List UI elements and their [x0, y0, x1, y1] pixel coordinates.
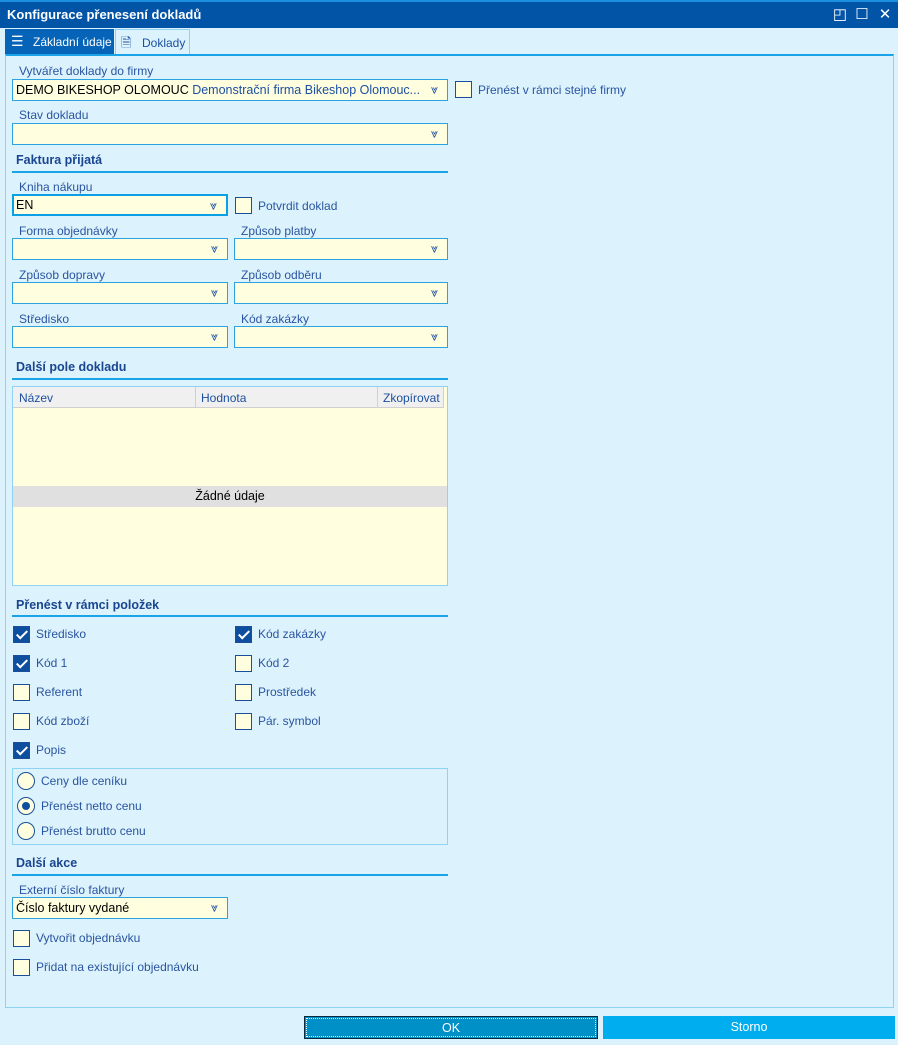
tab-doklady[interactable]: 🗎 Doklady: [115, 29, 190, 55]
column-header[interactable]: Hodnota: [195, 387, 246, 408]
firma-name: Demonstrační firma Bikeshop Olomouc...: [192, 83, 421, 97]
dropdown-icon: ⩔: [211, 330, 219, 344]
section-heading: Další pole dokladu: [16, 360, 127, 374]
ext-value: Číslo faktury vydané: [16, 901, 130, 915]
window-title: Konfigurace přenesení dokladů: [7, 7, 202, 22]
akce-label: Vytvořit objednávku: [36, 931, 141, 945]
item-checkbox[interactable]: [13, 713, 30, 730]
price-radio[interactable]: [17, 797, 35, 815]
same-firm-label: Přenést v rámci stejné firmy: [478, 83, 627, 97]
dropdown-icon: ⩔: [431, 83, 439, 97]
firma-label: Vytvářet doklady do firmy: [19, 64, 154, 78]
price-radio-label: Ceny dle ceníku: [41, 774, 128, 788]
item-checkbox[interactable]: [235, 626, 252, 643]
item-checkbox[interactable]: [235, 713, 252, 730]
stav-label: Stav dokladu: [19, 108, 89, 122]
doprava-select[interactable]: ⩔: [12, 282, 228, 304]
zakazka-select[interactable]: ⩔: [234, 326, 448, 348]
forma-select[interactable]: ⩔: [12, 238, 228, 260]
section-heading: Faktura přijatá: [16, 153, 103, 167]
price-radio-label: Přenést brutto cenu: [41, 824, 146, 838]
item-label: Kód zakázky: [258, 627, 327, 641]
restore-icon[interactable]: ◰: [831, 6, 849, 24]
platba-label: Způsob platby: [241, 224, 317, 238]
empty-message: Žádné údaje: [13, 486, 447, 507]
document-gear-icon: 🗎: [121, 35, 132, 50]
stredisko-select[interactable]: ⩔: [12, 326, 228, 348]
item-label: Referent: [36, 685, 83, 699]
dropdown-icon: ⩔: [431, 286, 439, 300]
zakazka-label: Kód zakázky: [241, 312, 310, 326]
item-checkbox[interactable]: [13, 742, 30, 759]
table-header: Název Hodnota Zkopírovat: [13, 387, 444, 408]
item-label: Kód 2: [258, 656, 290, 670]
dropdown-icon: ⩔: [211, 901, 219, 915]
price-radio[interactable]: [17, 822, 35, 840]
forma-label: Forma objednávky: [19, 224, 118, 238]
odber-label: Způsob odběru: [241, 268, 322, 282]
section-heading: Přenést v rámci položek: [16, 598, 160, 612]
potvrdit-checkbox[interactable]: [235, 197, 252, 214]
dropdown-icon: ⩔: [210, 199, 218, 213]
kniha-select[interactable]: EN ⩔: [12, 194, 228, 216]
item-checkbox[interactable]: [235, 655, 252, 672]
item-label: Pár. symbol: [258, 714, 321, 728]
item-checkbox[interactable]: [13, 655, 30, 672]
dropdown-icon: ⩔: [211, 286, 219, 300]
odber-select[interactable]: ⩔: [234, 282, 448, 304]
item-checkbox[interactable]: [13, 684, 30, 701]
section-heading: Další akce: [16, 856, 78, 870]
divider: [12, 874, 448, 876]
tab-zakladni-udaje[interactable]: ☰ Základní údaje: [5, 29, 114, 54]
akce-label: Přidat na existující objednávku: [36, 960, 199, 974]
item-checkbox[interactable]: [13, 626, 30, 643]
firma-code: DEMO BIKESHOP OLOMOUC: [16, 83, 189, 97]
platba-select[interactable]: ⩔: [234, 238, 448, 260]
dropdown-icon: ⩔: [431, 127, 439, 141]
item-label: Kód 1: [36, 656, 68, 670]
column-header[interactable]: Název: [19, 391, 53, 405]
list-icon: ☰: [11, 33, 24, 49]
item-checkbox[interactable]: [235, 684, 252, 701]
storno-button[interactable]: Storno: [603, 1016, 895, 1039]
dropdown-icon: ⩔: [431, 330, 439, 344]
divider: [12, 378, 448, 380]
stav-select[interactable]: ⩔: [12, 123, 448, 145]
kniha-label: Kniha nákupu: [19, 180, 93, 194]
item-label: Kód zboží: [36, 714, 90, 728]
akce-checkbox[interactable]: [13, 959, 30, 976]
ok-button[interactable]: OK: [304, 1016, 598, 1039]
price-radio-label: Přenést netto cenu: [41, 799, 142, 813]
divider: [12, 615, 448, 617]
price-radio[interactable]: [17, 772, 35, 790]
same-firm-checkbox[interactable]: [455, 81, 472, 98]
tab-label: Doklady: [142, 36, 186, 50]
akce-checkbox[interactable]: [13, 930, 30, 947]
item-label: Popis: [36, 743, 67, 757]
title-bar: Konfigurace přenesení dokladů ◰ ☐ ✕: [0, 0, 898, 28]
item-label: Prostředek: [258, 685, 317, 699]
ext-label: Externí číslo faktury: [19, 883, 125, 897]
doprava-label: Způsob dopravy: [19, 268, 106, 282]
potvrdit-label: Potvrdit doklad: [258, 199, 338, 213]
firma-select[interactable]: DEMO BIKESHOP OLOMOUC Demonstrační firma…: [12, 79, 448, 101]
fields-table: Název Hodnota Zkopírovat Žádné údaje: [12, 386, 448, 586]
tab-label: Základní údaje: [33, 35, 112, 49]
close-icon[interactable]: ✕: [876, 6, 894, 24]
kniha-value: EN: [16, 198, 34, 212]
maximize-icon[interactable]: ☐: [853, 6, 871, 24]
dropdown-icon: ⩔: [211, 242, 219, 256]
dropdown-icon: ⩔: [431, 242, 439, 256]
divider: [12, 171, 448, 173]
column-header[interactable]: Zkopírovat: [377, 387, 444, 408]
ext-select[interactable]: Číslo faktury vydané ⩔: [12, 897, 228, 919]
item-label: Středisko: [36, 627, 87, 641]
stredisko-label: Středisko: [19, 312, 70, 326]
